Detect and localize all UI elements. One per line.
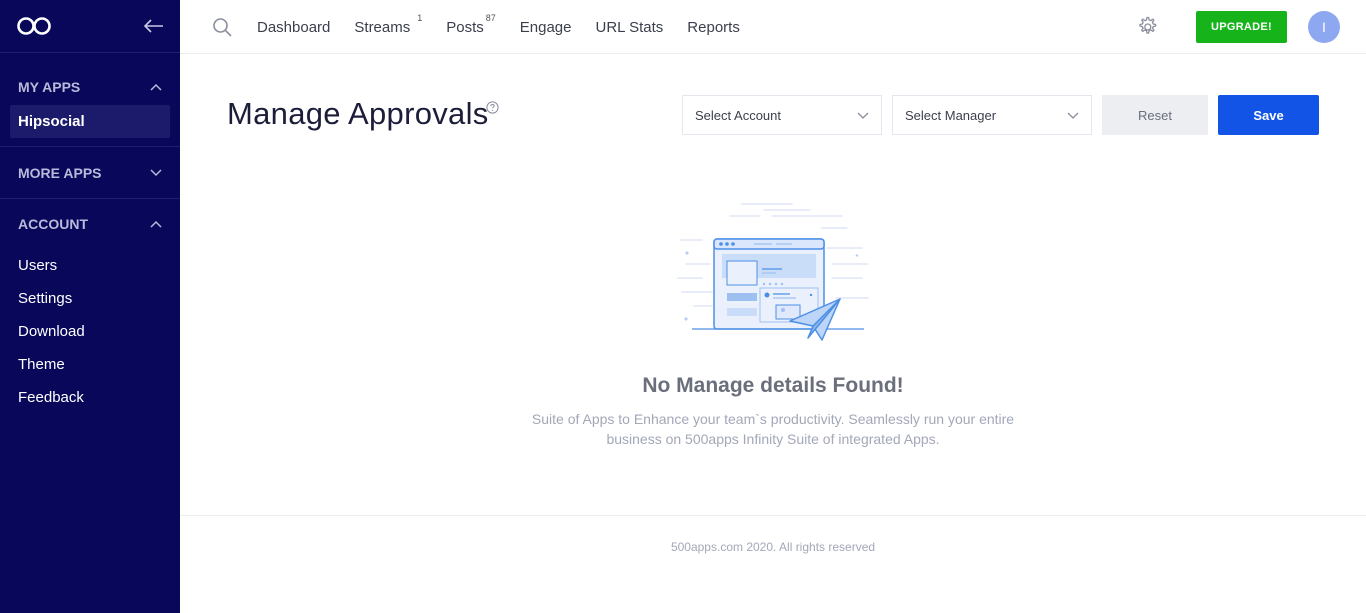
sidebar-section-account: ACCOUNT Users Settings Download Theme Fe… (0, 199, 180, 414)
sidebar-header (0, 0, 180, 53)
section-label: ACCOUNT (18, 216, 88, 232)
footer-copyright: 500apps.com 2020. All rights reserved (670, 540, 876, 554)
avatar[interactable]: I (1308, 11, 1340, 43)
sidebar-item-label: Settings (18, 290, 73, 307)
sidebar-item-settings[interactable]: Settings (0, 282, 180, 315)
reset-button[interactable]: Reset (1102, 95, 1208, 135)
empty-state-title: No Manage details Found! (642, 374, 904, 397)
chevron-down-icon (857, 112, 869, 119)
select-manager-dropdown[interactable]: Select Manager (892, 95, 1092, 135)
nav-label: Reports (687, 18, 740, 36)
section-label: MORE APPS (18, 164, 102, 181)
sidebar-item-users[interactable]: Users (0, 249, 180, 282)
sidebar-section-header-more-apps[interactable]: MORE APPS (0, 147, 180, 198)
upgrade-button[interactable]: UPGRADE! (1196, 11, 1287, 43)
sidebar: MY APPS Hipsocial MORE APPS ACCOUNT User… (0, 0, 180, 613)
nav-reports[interactable]: Reports (687, 19, 740, 36)
top-navbar: Dashboard Streams 1 Posts 87 Engage URL St… (180, 0, 1366, 54)
page-title: Manage Approvals (227, 96, 489, 131)
select-account-dropdown[interactable]: Select Account (682, 95, 882, 135)
sidebar-item-hipsocial[interactable]: Hipsocial (10, 105, 170, 138)
chevron-down-icon (150, 168, 162, 176)
infinity-logo-icon[interactable] (16, 16, 52, 36)
save-button[interactable]: Save (1218, 95, 1319, 135)
sidebar-item-theme[interactable]: Theme (0, 348, 180, 381)
sidebar-section-header-account[interactable]: ACCOUNT (0, 199, 180, 249)
sidebar-item-label: Feedback (18, 389, 84, 406)
section-label: MY APPS (18, 79, 81, 95)
main-nav: Dashboard Streams 1 Posts 87 Engage URL St… (257, 0, 764, 54)
nav-streams[interactable]: Streams 1 (354, 13, 422, 36)
nav-label: Posts (446, 18, 484, 36)
nav-label: Dashboard (257, 18, 331, 36)
nav-count-badge: 87 (485, 12, 496, 23)
sidebar-item-download[interactable]: Download (0, 315, 180, 348)
select-manager-value: Select Manager (905, 107, 997, 123)
empty-state-description: Suite of Apps to Enhance your team`s pro… (531, 411, 1015, 447)
nav-engage[interactable]: Engage (520, 19, 572, 36)
empty-state-illustration (677, 203, 869, 341)
chevron-up-icon (150, 220, 162, 228)
chevron-down-icon (1067, 112, 1079, 119)
search-icon[interactable] (212, 17, 232, 37)
footer-divider (180, 515, 1366, 516)
nav-count-badge: 1 (417, 12, 423, 23)
sidebar-item-label: Hipsocial (18, 113, 85, 130)
sidebar-item-feedback[interactable]: Feedback (0, 381, 180, 414)
sidebar-item-label: Theme (18, 356, 65, 373)
arrow-left-icon[interactable] (144, 19, 164, 33)
sidebar-section-my-apps: MY APPS Hipsocial (0, 53, 180, 147)
gear-icon[interactable] (1135, 15, 1159, 39)
nav-label: Engage (519, 18, 572, 36)
chevron-up-icon (150, 83, 162, 91)
nav-posts[interactable]: Posts 87 (446, 13, 496, 36)
sidebar-item-label: Users (18, 257, 58, 274)
sidebar-section-more-apps: MORE APPS (0, 147, 180, 199)
sidebar-section-header-my-apps[interactable]: MY APPS (0, 67, 180, 105)
nav-url-stats[interactable]: URL Stats (595, 19, 663, 36)
select-account-value: Select Account (695, 107, 781, 123)
sidebar-item-label: Download (18, 323, 85, 340)
nav-label: URL Stats (595, 18, 664, 36)
help-icon[interactable] (486, 101, 499, 114)
nav-label: Streams (354, 18, 411, 36)
nav-dashboard[interactable]: Dashboard (257, 19, 330, 36)
